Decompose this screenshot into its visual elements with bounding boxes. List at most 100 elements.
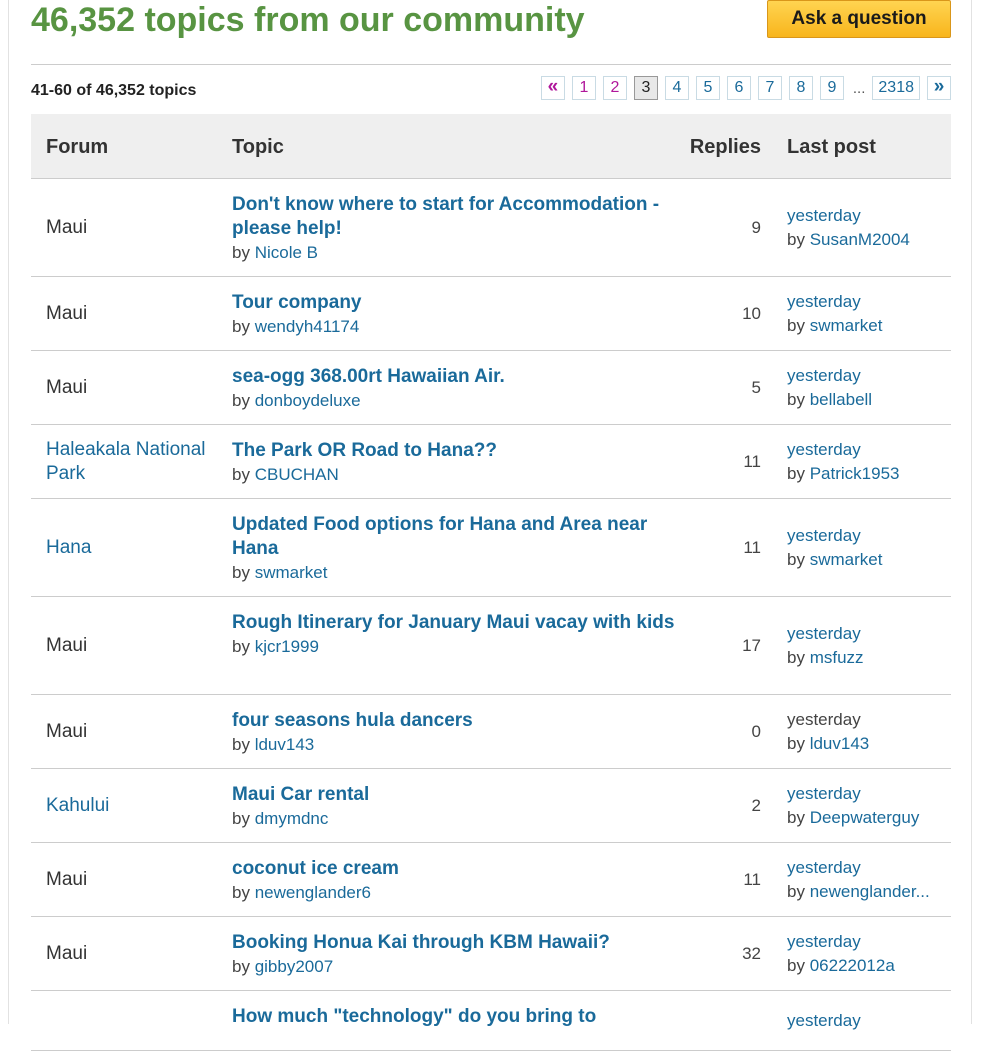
topic-author-link[interactable]: swmarket: [255, 563, 328, 582]
topic-author-link[interactable]: wendyh41174: [255, 317, 360, 336]
last-post-author-line: by swmarket: [787, 314, 952, 338]
topic-author-link[interactable]: dmymdnc: [255, 809, 329, 828]
topic-title-link[interactable]: The Park OR Road to Hana??: [232, 439, 692, 463]
topic-title-link[interactable]: Maui Car rental: [232, 783, 692, 807]
last-post-time[interactable]: yesterday: [787, 782, 952, 806]
pagination-last-page-link[interactable]: 2318: [872, 76, 920, 100]
topic-author-line: by newenglander6: [232, 881, 692, 905]
pagination-page-link[interactable]: 4: [664, 76, 689, 100]
topic-cell: Don't know where to start for Accommodat…: [232, 193, 692, 265]
last-post-author-link[interactable]: bellabell: [810, 390, 872, 409]
topic-title-link[interactable]: Rough Itinerary for January Maui vacay w…: [232, 611, 692, 635]
column-header-topic: Topic: [232, 136, 284, 158]
forum-name[interactable]: Hana: [46, 499, 206, 596]
by-label: by: [787, 955, 805, 975]
reply-count: 9: [751, 217, 761, 237]
pager-bar: 41-60 of 46,352 topics «1 2 3 4 5 6 7 8 9... 2318…: [31, 64, 951, 115]
by-label: by: [232, 563, 250, 582]
by-label: by: [787, 733, 805, 753]
last-post-author-link[interactable]: SusanM2004: [810, 230, 910, 249]
reply-count: 10: [742, 303, 761, 323]
last-post-time[interactable]: yesterday: [787, 204, 952, 228]
forum-name[interactable]: Kahului: [46, 769, 206, 842]
last-post-author-line: by SusanM2004: [787, 228, 952, 252]
topic-title-link[interactable]: Updated Food options for Hana and Area n…: [232, 513, 692, 561]
topic-author-link[interactable]: CBUCHAN: [255, 465, 339, 484]
topic-author-link[interactable]: gibby2007: [255, 957, 333, 976]
last-post-time[interactable]: yesterday: [787, 290, 952, 314]
last-post-author-line: by Patrick1953: [787, 462, 952, 486]
reply-count: 2: [751, 795, 761, 815]
last-post-author-link[interactable]: Patrick1953: [810, 464, 900, 483]
last-post-time[interactable]: yesterday: [787, 1009, 952, 1033]
last-post-time[interactable]: yesterday: [787, 856, 952, 880]
last-post-author-link[interactable]: msfuzz: [810, 648, 864, 667]
last-post-author-link[interactable]: 06222012a: [810, 956, 895, 975]
table-row: Hana Updated Food options for Hana and Ar…: [31, 499, 951, 597]
topic-author-line: by donboydeluxe: [232, 389, 692, 413]
column-header-replies: Replies: [689, 136, 761, 158]
pagination-page-link[interactable]: 5: [695, 76, 720, 100]
topic-title-link[interactable]: Tour company: [232, 291, 692, 315]
by-label: by: [787, 807, 805, 827]
forum-name: Maui: [46, 720, 88, 742]
column-header-forum: Forum: [46, 136, 109, 158]
topic-author-link[interactable]: kjcr1999: [255, 637, 319, 656]
pagination-page-link[interactable]: 6: [726, 76, 751, 100]
pagination-page-link[interactable]: 8: [788, 76, 813, 100]
table-row: Maui Rough Itinerary for January Maui vac…: [31, 597, 951, 695]
header: 46,352 topics from our community Ask a q…: [31, 0, 951, 56]
reply-count: 32: [742, 943, 761, 963]
last-post-time[interactable]: yesterday: [787, 930, 952, 954]
last-post-author-link[interactable]: lduv143: [810, 734, 870, 753]
forum-name: Maui: [46, 868, 88, 890]
topic-cell: Rough Itinerary for January Maui vacay w…: [232, 611, 692, 659]
page-frame-left: [8, 0, 9, 1024]
pagination-current-page: 3: [633, 76, 658, 100]
last-post-author-link[interactable]: Deepwaterguy: [810, 808, 920, 827]
topic-title-link[interactable]: Booking Honua Kai through KBM Hawaii?: [232, 931, 692, 955]
last-post-cell: yesterday: [787, 991, 952, 1050]
topic-title-link[interactable]: four seasons hula dancers: [232, 709, 692, 733]
by-label: by: [232, 735, 250, 754]
last-post-time[interactable]: yesterday: [787, 364, 952, 388]
last-post-author-line: by newenglander...: [787, 880, 952, 904]
page-frame-right: [971, 0, 972, 1024]
pagination-next-button[interactable]: »: [927, 76, 951, 100]
topic-author-link[interactable]: donboydeluxe: [255, 391, 361, 410]
last-post-time[interactable]: yesterday: [787, 622, 952, 646]
topic-title-link[interactable]: Don't know where to start for Accommodat…: [232, 193, 692, 241]
topic-author-link[interactable]: newenglander6: [255, 883, 371, 902]
pagination-page-link[interactable]: 7: [757, 76, 782, 100]
last-post-time[interactable]: yesterday: [787, 438, 952, 462]
last-post-time[interactable]: yesterday: [787, 524, 952, 548]
topic-cell: How much "technology" do you bring to: [232, 1005, 692, 1029]
topic-title-link[interactable]: How much "technology" do you bring to: [232, 1005, 692, 1029]
last-post-author-link[interactable]: swmarket: [810, 550, 883, 569]
pagination-page-link[interactable]: 9: [819, 76, 844, 100]
last-post-author-link[interactable]: swmarket: [810, 316, 883, 335]
topic-title-link[interactable]: coconut ice cream: [232, 857, 692, 881]
reply-count: 11: [743, 451, 761, 471]
topic-author-link[interactable]: Nicole B: [255, 243, 318, 262]
reply-count: 17: [742, 635, 761, 655]
topic-title-link[interactable]: sea-ogg 368.00rt Hawaiian Air.: [232, 365, 692, 389]
page-title: 46,352 topics from our community: [31, 1, 585, 39]
pagination-page-link[interactable]: 2: [602, 76, 627, 100]
ask-question-button[interactable]: Ask a question: [767, 0, 951, 38]
forum-name[interactable]: Haleakala National Park: [46, 425, 206, 498]
pagination-prev-button[interactable]: «: [540, 76, 565, 100]
by-label: by: [787, 549, 805, 569]
table-row: Maui four seasons hula dancers by lduv143 0…: [31, 695, 951, 769]
column-header-last-post: Last post: [787, 136, 876, 158]
by-label: by: [232, 883, 250, 902]
last-post-cell: yesterday by Patrick1953: [787, 425, 952, 498]
topic-author-link[interactable]: lduv143: [255, 735, 315, 754]
topic-cell: coconut ice cream by newenglander6: [232, 857, 692, 905]
table-row: How much "technology" do you bring to yes…: [31, 991, 951, 1051]
reply-count: 11: [743, 537, 761, 557]
last-post-cell: yesterday by Deepwaterguy: [787, 769, 952, 842]
pagination-page-link[interactable]: 1: [571, 76, 596, 100]
forum-name: Maui: [46, 376, 88, 398]
last-post-author-link[interactable]: newenglander...: [810, 882, 930, 901]
